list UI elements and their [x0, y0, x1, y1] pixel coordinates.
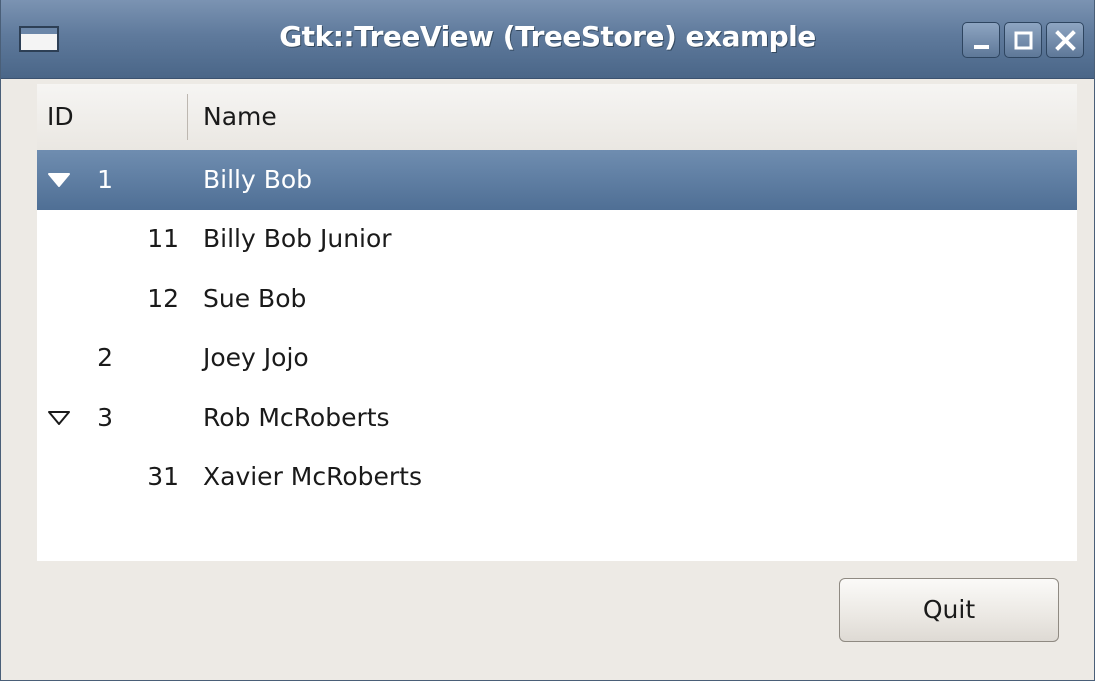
row-id: 11	[147, 224, 179, 254]
row-name: Billy Bob	[203, 165, 313, 194]
tree-view[interactable]: ID Name 1 Billy Bob 11 Billy Bob Junior 12 Su…	[37, 84, 1077, 561]
tree-row[interactable]: 11 Billy Bob Junior	[37, 209, 1077, 269]
row-name: Sue Bob	[203, 283, 307, 313]
triangle-down-icon[interactable]	[47, 410, 71, 426]
minimize-icon	[974, 45, 989, 49]
row-id: 2	[97, 343, 113, 373]
window-title: Gtk::TreeView (TreeStore) example	[279, 20, 816, 53]
close-icon	[1055, 30, 1076, 51]
column-divider[interactable]	[187, 94, 188, 140]
tree-row[interactable]: 3 Rob McRoberts	[37, 388, 1077, 448]
close-button[interactable]	[1046, 22, 1084, 58]
row-name: Xavier McRoberts	[203, 462, 423, 491]
app-window: Gtk::TreeView (TreeStore) example ID Nam…	[0, 0, 1095, 681]
tree-row[interactable]: 2 Joey Jojo	[37, 328, 1077, 388]
row-name: Joey Jojo	[203, 343, 309, 373]
column-header-id[interactable]: ID	[47, 84, 177, 150]
minimize-button[interactable]	[962, 22, 1000, 58]
tree-row[interactable]: 31 Xavier McRoberts	[37, 447, 1077, 507]
row-name: Billy Bob Junior	[203, 224, 392, 254]
tree-header: ID Name	[37, 84, 1077, 151]
column-header-name[interactable]: Name	[203, 84, 1063, 150]
tree-row[interactable]: 1 Billy Bob	[37, 150, 1077, 210]
row-id: 12	[147, 283, 179, 313]
row-name: Rob McRoberts	[203, 402, 390, 432]
window-controls	[962, 22, 1084, 58]
tree-row[interactable]: 12 Sue Bob	[37, 269, 1077, 329]
row-id: 1	[97, 165, 113, 194]
quit-button[interactable]: Quit	[839, 578, 1059, 642]
triangle-down-icon[interactable]	[47, 172, 71, 188]
row-id: 3	[97, 402, 113, 432]
row-id: 31	[147, 462, 179, 491]
maximize-icon	[1014, 31, 1033, 50]
title-bar[interactable]: Gtk::TreeView (TreeStore) example	[1, 0, 1094, 79]
maximize-button[interactable]	[1004, 22, 1042, 58]
